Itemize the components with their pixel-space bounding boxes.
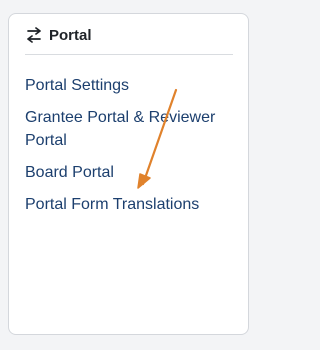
- header-divider: [25, 54, 233, 55]
- board-portal-link[interactable]: Board Portal: [25, 161, 237, 184]
- portal-settings-link[interactable]: Portal Settings: [25, 74, 237, 97]
- grantee-reviewer-portal-link[interactable]: Grantee Portal & Reviewer Portal: [25, 106, 237, 152]
- portal-card: Portal Portal Settings Grantee Portal & …: [8, 13, 249, 335]
- card-header: Portal: [25, 24, 92, 46]
- swap-arrows-icon: [25, 27, 43, 43]
- card-title: Portal: [49, 26, 92, 44]
- portal-links-list: Portal Settings Grantee Portal & Reviewe…: [25, 74, 237, 225]
- portal-form-translations-link[interactable]: Portal Form Translations: [25, 193, 237, 216]
